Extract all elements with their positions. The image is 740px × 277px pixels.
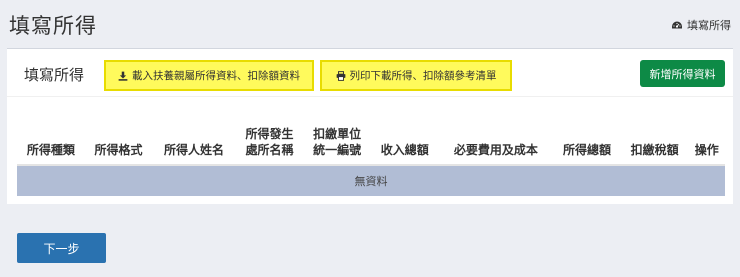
import-button-label: 載入扶養親屬所得資料、扣除額資料 (132, 70, 300, 82)
column-header: 所得格式 (84, 119, 153, 166)
column-header-line: 統一編號 (313, 143, 362, 157)
column-header: 扣繳稅額 (620, 119, 689, 166)
page-title: 填寫所得 (9, 14, 97, 38)
table-row: 無資料 (17, 165, 725, 196)
import-dependents-button[interactable]: 載入扶養親屬所得資料、扣除額資料 (104, 60, 314, 91)
print-download-button[interactable]: 列印下載所得、扣除額參考清單 (320, 60, 512, 91)
column-header-line: 所得發生 (245, 127, 294, 141)
add-income-button[interactable]: 新增所得資料 (640, 60, 725, 87)
income-panel: 填寫所得 載入扶養親屬所得資料、扣除額資料 列印下載所得、扣除額參考清單 新增所… (7, 48, 733, 204)
breadcrumb[interactable]: 填寫所得 (671, 17, 731, 33)
download-icon (118, 71, 128, 81)
column-header-line: 處所名稱 (245, 143, 294, 157)
column-header: 收入總額 (370, 119, 439, 166)
column-header-line: 扣繳單位 (313, 127, 362, 141)
panel-title: 填寫所得 (24, 66, 85, 84)
column-header: 操作 (688, 119, 725, 166)
dashboard-icon (672, 21, 682, 28)
column-header: 必要費用及成本 (438, 119, 554, 166)
table-header-row: 所得種類 所得格式 所得人姓名 所得發生 處所名稱 扣繳單位 統一編號 收入總額… (17, 119, 725, 166)
next-step-button[interactable]: 下一步 (17, 233, 106, 263)
panel-header: 填寫所得 載入扶養親屬所得資料、扣除額資料 列印下載所得、扣除額參考清單 新增所… (7, 49, 733, 97)
column-header: 所得種類 (17, 119, 85, 166)
empty-message: 無資料 (17, 165, 725, 196)
column-header: 所得總額 (553, 119, 621, 166)
print-button-label: 列印下載所得、扣除額參考清單 (349, 70, 497, 82)
column-header: 扣繳單位 統一編號 (303, 119, 371, 166)
income-table: 所得種類 所得格式 所得人姓名 所得發生 處所名稱 扣繳單位 統一編號 收入總額… (17, 119, 725, 196)
breadcrumb-label: 填寫所得 (687, 19, 731, 32)
print-icon (336, 70, 345, 81)
page-header: 填寫所得 填寫所得 (0, 0, 740, 44)
column-header: 所得人姓名 (152, 119, 236, 166)
column-header: 所得發生 處所名稱 (235, 119, 304, 166)
